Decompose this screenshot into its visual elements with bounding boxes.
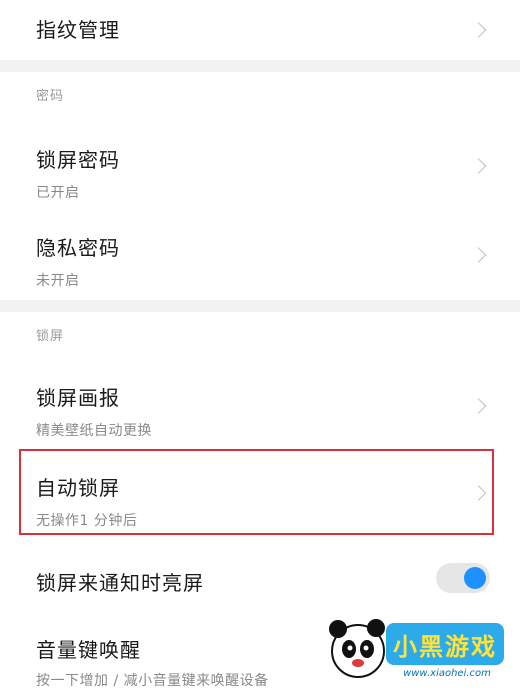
privacy-password-status: 未开启: [36, 273, 80, 289]
lock-password-text: 锁屏密码 已开启: [36, 144, 120, 202]
watermark-logo: 小黑游戏 www.xiaohei.com: [324, 613, 514, 683]
volume-wake-title: 音量键唤醒: [36, 638, 141, 662]
chevron-right-icon: [470, 158, 487, 174]
lock-wallpaper-text: 锁屏画报 精美壁纸自动更换: [36, 382, 152, 440]
chevron-right-icon: [470, 22, 487, 38]
settings-item-privacy-password[interactable]: 隐私密码 未开启: [0, 210, 520, 300]
auto-lock-title: 自动锁屏: [36, 476, 120, 500]
section-header-lock-screen: 锁屏: [0, 312, 520, 362]
chevron-right-icon: [470, 247, 487, 263]
volume-wake-desc: 按一下增加 / 减小音量键来唤醒设备: [36, 673, 269, 689]
auto-lock-value: 无操作1 分钟后: [36, 513, 138, 529]
section-divider: [0, 300, 520, 312]
wake-on-notification-toggle[interactable]: [436, 563, 490, 593]
settings-item-lock-password[interactable]: 锁屏密码 已开启: [0, 122, 520, 210]
settings-item-lock-wallpaper[interactable]: 锁屏画报 精美壁纸自动更换: [0, 362, 520, 450]
section-header-password: 密码: [0, 72, 520, 122]
toggle-knob: [464, 567, 486, 589]
privacy-password-title: 隐私密码: [36, 236, 120, 260]
watermark-brand: 小黑游戏: [393, 633, 497, 661]
fingerprint-title: 指纹管理: [36, 18, 120, 42]
lock-password-title: 锁屏密码: [36, 148, 120, 172]
settings-item-auto-lock[interactable]: 自动锁屏 无操作1 分钟后: [0, 450, 520, 536]
watermark-url: www.xiaohei.com: [403, 668, 491, 679]
chevron-right-icon: [470, 485, 487, 501]
section-divider: [0, 60, 520, 72]
privacy-password-text: 隐私密码 未开启: [36, 232, 120, 290]
lock-password-status: 已开启: [36, 185, 80, 201]
volume-wake-text: 音量键唤醒 按一下增加 / 减小音量键来唤醒设备: [36, 634, 269, 690]
lock-wallpaper-title: 锁屏画报: [36, 386, 120, 410]
chevron-right-icon: [470, 398, 487, 414]
wake-on-notification-title: 锁屏来通知时亮屏: [36, 571, 204, 595]
lock-wallpaper-desc: 精美壁纸自动更换: [36, 423, 152, 439]
auto-lock-text: 自动锁屏 无操作1 分钟后: [36, 472, 137, 530]
settings-item-fingerprint[interactable]: 指纹管理: [0, 0, 520, 60]
